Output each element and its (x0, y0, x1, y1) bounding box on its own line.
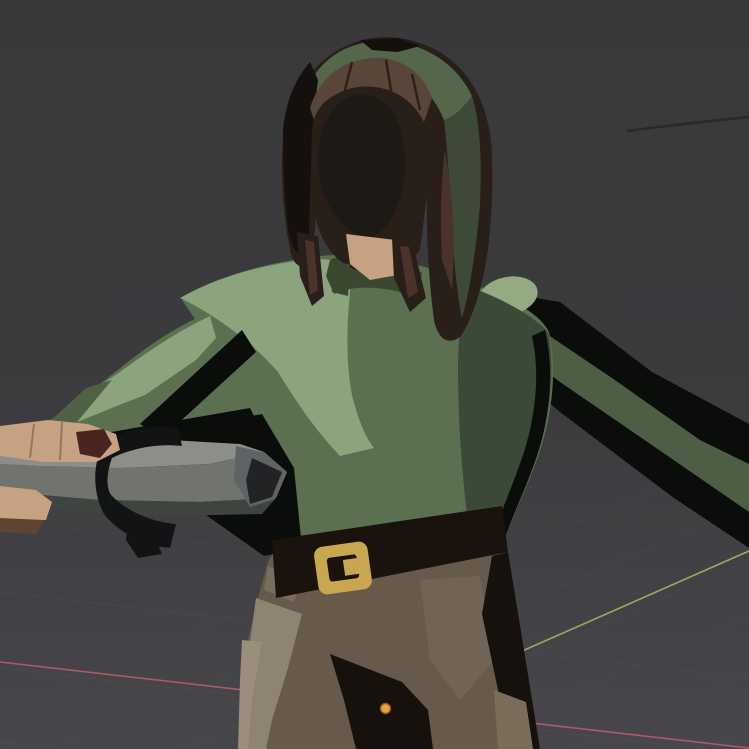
origin-marker (381, 704, 391, 714)
buckle-prong (343, 558, 361, 576)
viewport-3d[interactable] (0, 0, 749, 749)
neck-shade-left (330, 262, 350, 296)
viewport-canvas[interactable] (0, 0, 749, 749)
belt-buckle (313, 540, 373, 595)
